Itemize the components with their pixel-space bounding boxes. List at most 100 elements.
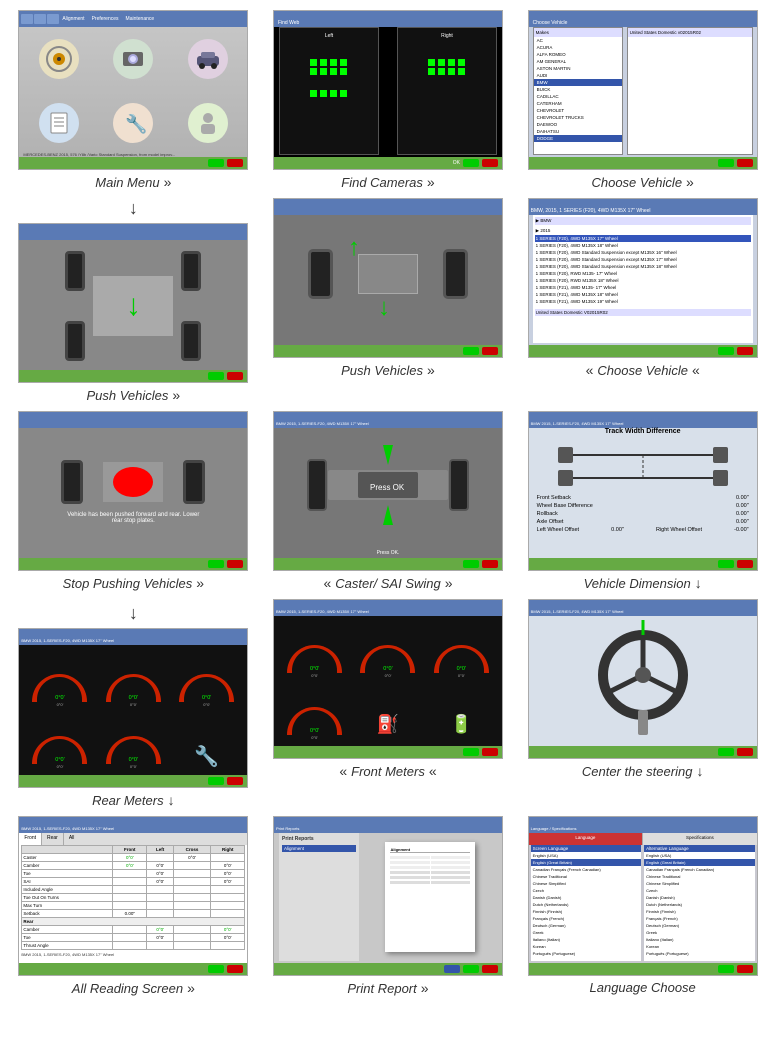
td-ia-l — [147, 886, 174, 894]
cell-center-steering: BMW 2015, 1-SERIES-F20, 4WD M135X 17" Wh… — [519, 599, 766, 808]
lang-screen-label: Screen Language — [531, 845, 642, 852]
ok-btn-dim[interactable] — [718, 560, 734, 568]
td-caster-cross: 0°0' — [173, 854, 210, 862]
dim-row-rollback: Rollback 0.00" — [537, 511, 749, 517]
dim-label-setback: Front Setback — [537, 495, 571, 501]
cv-item-ac[interactable]: AC — [534, 37, 622, 44]
print-line-1 — [390, 856, 430, 859]
green-bar-fc: OK — [274, 157, 502, 169]
th-front: Front — [113, 846, 147, 854]
td-camber-right: 0°0' — [211, 862, 245, 870]
cancel-btn-stop[interactable] — [227, 560, 243, 568]
cancel-btn-reading[interactable] — [227, 965, 243, 973]
ok-btn-push2[interactable] — [463, 347, 479, 355]
td-mt-r — [211, 902, 245, 910]
td-sb-label: Setback — [22, 910, 113, 918]
cancel-btn-lang[interactable] — [737, 965, 753, 973]
th-left: Left — [147, 846, 174, 854]
cancel-btn-rear[interactable] — [227, 777, 243, 785]
td-toe-cross — [173, 870, 210, 878]
ok-btn-print[interactable] — [463, 965, 479, 973]
td-rcamber-r: 0°0' — [211, 926, 245, 934]
ok-btn-front[interactable] — [463, 748, 479, 756]
axle-svg — [543, 440, 743, 490]
menu-icon-car[interactable] — [188, 39, 228, 79]
cancel-btn-push2[interactable] — [482, 347, 498, 355]
cancel-btn-fc[interactable] — [482, 159, 498, 167]
ok-btn-stop[interactable] — [208, 560, 224, 568]
cell-print-report: Print Reports Print Reports Alignment Al… — [265, 816, 512, 996]
cell-push-vehicles-1: ↓ ↓ — [10, 198, 257, 403]
cancel-btn-dim[interactable] — [737, 560, 753, 568]
cancel-btn-cv2[interactable] — [737, 347, 753, 355]
dot — [310, 68, 317, 75]
arrow-caster-right: » — [445, 575, 453, 591]
steering-svg — [583, 620, 703, 740]
menu-icon-camera[interactable] — [113, 39, 153, 79]
cancel-btn-print[interactable] — [482, 965, 498, 973]
tb-label-alignment: Alignment — [62, 16, 84, 22]
print-item-alignment[interactable]: Alignment — [282, 845, 356, 852]
green-bar-push2 — [274, 345, 502, 357]
lang-tab-specifications[interactable]: Specifications — [643, 833, 757, 845]
label-push-vehicles-2: Push Vehicles » — [273, 362, 503, 378]
dot — [340, 68, 347, 75]
ok-btn-lang[interactable] — [718, 965, 734, 973]
ok-btn-cv[interactable] — [718, 159, 734, 167]
td-toot-label: Toe Out On Turns — [22, 894, 113, 902]
ok-btn-reading[interactable] — [208, 965, 224, 973]
ok-btn-rear[interactable] — [208, 777, 224, 785]
td-mt-f — [113, 902, 147, 910]
td-toe-right: 0°0' — [211, 870, 245, 878]
ok-btn-main[interactable] — [208, 159, 224, 167]
menu-icon-alignment[interactable] — [39, 39, 79, 79]
arrow-push2: » — [427, 362, 435, 378]
arrow-stop: » — [196, 575, 204, 591]
cancel-btn-main[interactable] — [227, 159, 243, 167]
dim-label-wheelbase: Wheel Base Difference — [537, 503, 593, 509]
screen-center-steering: BMW 2015, 1-SERIES-F20, 4WD M135X 17" Wh… — [528, 599, 758, 759]
menu-icon-report[interactable] — [39, 103, 79, 143]
reading-table: Front Left Cross Right Caster 0°0' 0°0' — [21, 845, 245, 950]
ok-btn-caster[interactable] — [463, 560, 479, 568]
dot — [458, 59, 465, 66]
lang-tab-language[interactable]: Language — [529, 833, 644, 845]
arrow-rear: ↓ — [168, 792, 175, 808]
td-thrust-f — [113, 942, 147, 950]
ok-btn-center[interactable] — [718, 748, 734, 756]
tb-btn-3[interactable] — [47, 14, 59, 24]
menu-icon-person[interactable] — [188, 103, 228, 143]
menu-icon-wrench[interactable]: 🔧 — [113, 103, 153, 143]
ok-btn-fc[interactable] — [463, 159, 479, 167]
cancel-btn-push1[interactable] — [227, 372, 243, 380]
label-find-cameras: Find Cameras » — [273, 174, 503, 190]
dot — [340, 90, 347, 97]
reading-title: BMW 2015, 1-SERIES-F20, 4WD M135X 17" Wh… — [19, 824, 116, 833]
cancel-btn-cv[interactable] — [737, 159, 753, 167]
tab-all[interactable]: All — [64, 833, 80, 845]
meter-2-sublabel: 0°0' — [130, 702, 137, 707]
ok-btn-cv2[interactable] — [718, 347, 734, 355]
cancel-btn-front[interactable] — [482, 748, 498, 756]
left-label: Left — [325, 33, 333, 39]
tb-btn-2[interactable] — [34, 14, 46, 24]
fm-cell-6: 🔋 — [427, 682, 496, 740]
th-cross: Cross — [173, 846, 210, 854]
tab-rear[interactable]: Rear — [42, 833, 64, 845]
ok-btn-push1[interactable] — [208, 372, 224, 380]
screen-stop-pushing: Vehicle has been pushed forward and rear… — [18, 411, 248, 571]
print-btn[interactable] — [444, 965, 460, 973]
tab-front[interactable]: Front — [19, 833, 42, 845]
cancel-btn-center[interactable] — [737, 748, 753, 756]
label-push-vehicles-1: Push Vehicles » — [18, 387, 248, 403]
fm-4-label: 0°0' — [310, 728, 319, 734]
stop-message: Vehicle has been pushed forward and rear… — [53, 512, 213, 524]
label-text-main-menu: Main Menu — [95, 175, 159, 190]
tb-btn-1[interactable] — [21, 14, 33, 24]
lang-col-screen: Screen Language English (USA) English (G… — [531, 845, 642, 961]
print-line-4 — [431, 861, 471, 864]
cancel-btn-caster[interactable] — [482, 560, 498, 568]
cell-find-cameras: Find Web Left — [265, 10, 512, 190]
meter-cell-4: 0°0' 0°0' — [25, 711, 94, 769]
arrow-cv2-left: « — [586, 362, 594, 378]
